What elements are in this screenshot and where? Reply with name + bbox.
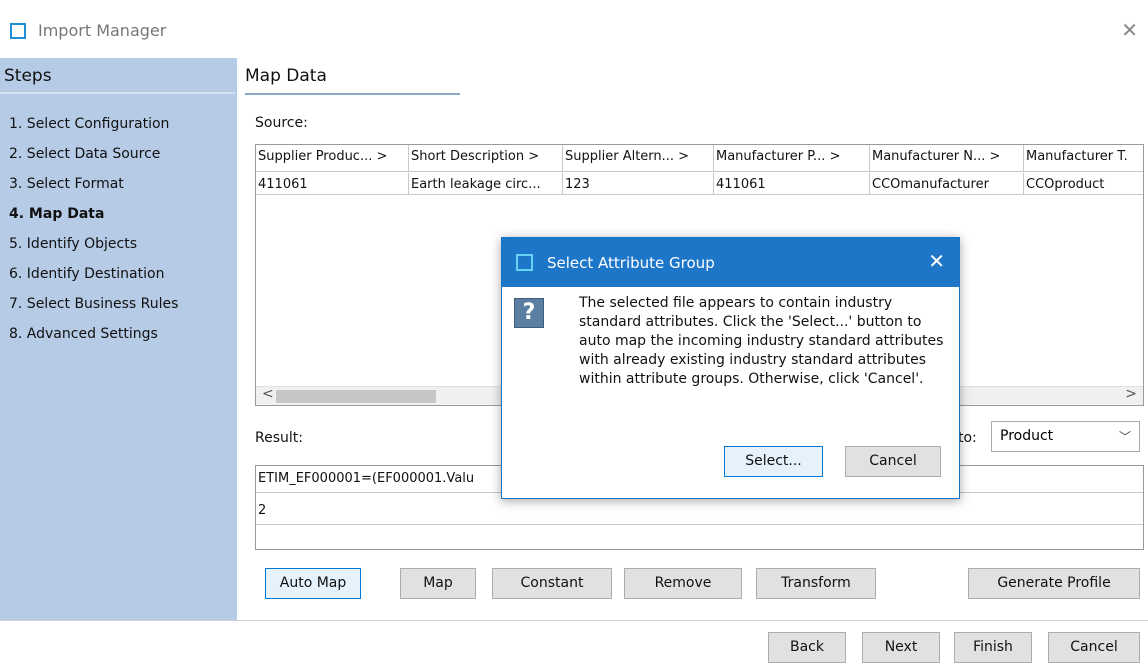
scroll-left-icon[interactable]: < xyxy=(262,386,274,402)
remove-button[interactable]: Remove xyxy=(624,568,742,599)
cancel-button[interactable]: Cancel xyxy=(1048,632,1140,663)
table-cell: 411061 xyxy=(714,173,870,194)
result-label: Result: xyxy=(255,430,303,446)
steps-title: Steps xyxy=(4,66,52,86)
window-title: Import Manager xyxy=(38,21,167,40)
title-underline xyxy=(245,93,460,95)
scroll-right-icon[interactable]: > xyxy=(1125,386,1137,402)
table-cell: 123 xyxy=(563,173,714,194)
next-button[interactable]: Next xyxy=(862,632,940,663)
step-select-format: 3. Select Format xyxy=(9,176,124,192)
title-bar: Import Manager ✕ xyxy=(0,0,1148,54)
steps-divider xyxy=(0,92,235,94)
table-cell: 411061 xyxy=(256,173,409,194)
dialog-title: Select Attribute Group xyxy=(547,254,715,272)
column-header[interactable]: Short Description > xyxy=(409,145,563,171)
question-icon: ? xyxy=(514,298,544,328)
select-attribute-group-dialog: Select Attribute Group ✕ ? The selected … xyxy=(501,237,960,499)
source-label: Source: xyxy=(255,115,308,131)
dialog-cancel-button[interactable]: Cancel xyxy=(845,446,941,477)
select-button[interactable]: Select... xyxy=(724,446,823,477)
target-object-select[interactable]: Product ﹀ xyxy=(991,421,1140,452)
column-header[interactable]: Manufacturer N... > xyxy=(870,145,1024,171)
column-header[interactable]: Supplier Produc... > xyxy=(256,145,409,171)
target-select-value: Product xyxy=(1000,428,1054,444)
step-select-business-rules: 7. Select Business Rules xyxy=(9,296,179,312)
step-select-configuration: 1. Select Configuration xyxy=(9,116,170,132)
target-label: to: xyxy=(958,430,977,446)
result-line: ETIM_EF000001=(EF000001.Valu xyxy=(258,471,475,486)
step-identify-destination: 6. Identify Destination xyxy=(9,266,165,282)
auto-map-button[interactable]: Auto Map xyxy=(265,568,361,599)
step-select-data-source: 2. Select Data Source xyxy=(9,146,161,162)
result-line: 2 xyxy=(258,503,267,518)
finish-button[interactable]: Finish xyxy=(954,632,1032,663)
column-header[interactable]: Manufacturer P... > xyxy=(714,145,870,171)
app-icon xyxy=(10,23,26,39)
step-map-data: 4. Map Data xyxy=(9,206,105,222)
footer-divider xyxy=(0,620,1148,621)
scrollbar-thumb[interactable] xyxy=(276,390,436,403)
back-button[interactable]: Back xyxy=(768,632,846,663)
step-advanced-settings: 8. Advanced Settings xyxy=(9,326,158,342)
map-button[interactable]: Map xyxy=(400,568,476,599)
page-title: Map Data xyxy=(245,66,327,86)
table-row[interactable]: 411061 Earth leakage circ... 123 411061 … xyxy=(256,173,1143,195)
step-identify-objects: 5. Identify Objects xyxy=(9,236,137,252)
steps-panel: Steps 1. Select Configuration 2. Select … xyxy=(0,58,237,620)
table-cell: CCOproduct xyxy=(1026,177,1105,192)
generate-profile-button[interactable]: Generate Profile xyxy=(968,568,1140,599)
table-cell: Earth leakage circ... xyxy=(409,173,563,194)
close-icon[interactable]: ✕ xyxy=(928,249,945,273)
result-divider xyxy=(256,524,1143,525)
import-manager-window: Import Manager ✕ Steps 1. Select Configu… xyxy=(0,0,1148,666)
constant-button[interactable]: Constant xyxy=(492,568,612,599)
transform-button[interactable]: Transform xyxy=(756,568,876,599)
dialog-title-bar: Select Attribute Group ✕ xyxy=(502,238,959,287)
dialog-message: The selected file appears to contain ind… xyxy=(579,295,944,387)
column-header[interactable]: Manufacturer T. xyxy=(1024,145,1143,171)
source-table-header: Supplier Produc... > Short Description >… xyxy=(256,145,1143,172)
chevron-down-icon: ﹀ xyxy=(1118,430,1131,444)
column-header[interactable]: Supplier Altern... > xyxy=(563,145,714,171)
dialog-app-icon xyxy=(516,254,533,271)
table-cell: CCOmanufacturer xyxy=(870,173,1024,194)
close-icon[interactable]: ✕ xyxy=(1121,18,1138,42)
